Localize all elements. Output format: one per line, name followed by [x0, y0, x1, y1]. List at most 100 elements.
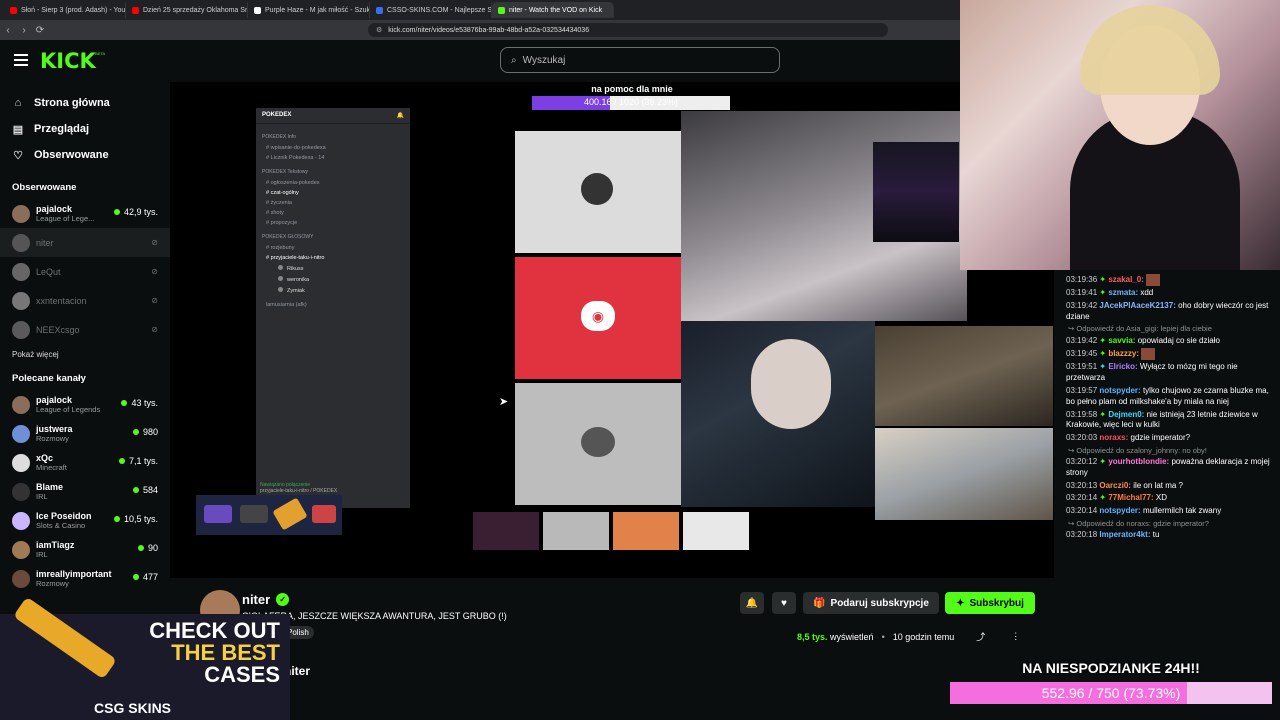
- forward-icon[interactable]: ›: [16, 25, 32, 36]
- gift-icon: 🎁: [813, 597, 826, 609]
- following-channel[interactable]: pajalock League of Lege... 42,9 tys.: [0, 199, 170, 228]
- following-channel[interactable]: niter ⊘: [0, 228, 170, 257]
- chat-message[interactable]: 03:19:42 ✦ savvia: opowiadaj co sie dzia…: [1054, 335, 1280, 348]
- chat-timestamp: 03:19:36: [1066, 275, 1098, 285]
- sidebar-nav-item[interactable]: ♡ Obserwowane: [0, 142, 170, 168]
- recommended-channel[interactable]: xQc Minecraft 7,1 tys.: [0, 448, 170, 477]
- chat-username[interactable]: 77Michal77:: [1108, 493, 1153, 502]
- chat-message[interactable]: 03:20:14 ✦ 77Michal77: XD: [1054, 492, 1280, 505]
- chat-username[interactable]: yourhotblondie:: [1108, 457, 1169, 466]
- subscribe-button[interactable]: ✦ Subskrybuj: [945, 592, 1035, 614]
- menu-icon[interactable]: [14, 54, 28, 66]
- heart-icon[interactable]: ♥: [772, 592, 796, 614]
- recommended-channel[interactable]: iamTiagz IRL 90: [0, 535, 170, 564]
- chat-reply-context: ↪ Odpowiedź do Asia_gigi: lepiej dla cie…: [1054, 323, 1280, 334]
- discord-channel-name: czat-ogólny: [270, 190, 299, 196]
- browser-tab[interactable]: CSSO-SKINS.COM - Najlepsze Skrzy: [370, 2, 492, 18]
- avatar: [12, 234, 30, 252]
- browser-tab[interactable]: Słoń - Sierp 3 (prod. Adash) - YouTube: [4, 2, 126, 18]
- chat-message[interactable]: 03:20:14 notspyder: mullermilch tak zwan…: [1054, 505, 1280, 518]
- chat-username[interactable]: JAcekPlAaceK2137:: [1099, 301, 1176, 310]
- chat-message[interactable]: 03:19:58 ✦ Dejmen0: nie istnieją 23 letn…: [1054, 409, 1280, 433]
- browser-tab[interactable]: Purple Haze - M jak miłość - Szukaj: [248, 2, 370, 18]
- avatar: [278, 287, 283, 292]
- search-input[interactable]: ⌕ Wyszukaj: [500, 47, 780, 73]
- back-icon[interactable]: ‹: [0, 25, 16, 36]
- chat-username[interactable]: szmata:: [1108, 288, 1138, 297]
- following-channel[interactable]: xxntentacion ⊘: [0, 286, 170, 315]
- channel-name[interactable]: niter: [242, 592, 270, 607]
- live-dot-icon: [132, 429, 139, 435]
- browser-tab[interactable]: Dzień 25 sprzedaży Oklahoma Smash: [126, 2, 248, 18]
- chat-message[interactable]: 03:20:03 noraxs: gdzie imperator?: [1054, 432, 1280, 445]
- csgskins-ad[interactable]: CHECK OUT THE BEST CASES CSG SKINS: [0, 596, 290, 720]
- share-icon[interactable]: ⤴: [976, 630, 985, 643]
- discord-channel: # rozjebuny: [262, 243, 404, 253]
- recommended-channel[interactable]: imreallyimportant Rozmowy 477: [0, 564, 170, 593]
- donation-goal-bar: 400.16 / 1020 (39.23%): [532, 96, 730, 110]
- discord-voice-user-name: Rikuss: [287, 266, 304, 272]
- chat-message[interactable]: 03:20:18 Imperator4kt: tu: [1054, 529, 1280, 542]
- emote-icon: [1141, 348, 1156, 361]
- chat-username[interactable]: savvia:: [1108, 336, 1135, 345]
- chat-username[interactable]: noraxs:: [1099, 433, 1128, 442]
- chat-username[interactable]: Dejmen0:: [1108, 410, 1144, 419]
- sidebar-nav-label: Przeglądaj: [34, 123, 90, 135]
- bell-icon[interactable]: 🔔: [740, 592, 764, 614]
- thumbnail: [683, 512, 749, 550]
- chat-username[interactable]: blazzzy:: [1108, 349, 1139, 358]
- video-player[interactable]: na pomoc dla mnie 400.16 / 1020 (39.23%)…: [170, 82, 1054, 578]
- discord-channel-name: propozycje: [270, 220, 298, 226]
- avatar: [278, 276, 283, 281]
- following-list: pajalock League of Lege... 42,9 tys. niter ⊘…: [0, 199, 170, 344]
- recommended-channel[interactable]: Blame IRL 584: [0, 477, 170, 506]
- case-thumbnail: [240, 505, 268, 523]
- gift-sub-button[interactable]: 🎁 Podaruj subskrypcje: [803, 592, 939, 614]
- avatar: [12, 292, 30, 310]
- more-options-icon[interactable]: ⋮: [1011, 631, 1020, 642]
- case-thumbnail: [204, 505, 232, 523]
- discord-channel-name: życzenia: [270, 200, 292, 206]
- emote-icon: [1146, 274, 1161, 286]
- chat-username[interactable]: Imperator4kt:: [1099, 530, 1150, 539]
- discord-voice-user-name: weronika: [287, 277, 310, 283]
- browser-tab[interactable]: niter - Watch the VOD on Kick: [492, 2, 614, 18]
- chat-username[interactable]: notspyder:: [1099, 386, 1140, 395]
- chat-timestamp: 03:20:14: [1066, 493, 1098, 503]
- viewer-count: 7,1 tys.: [118, 456, 158, 466]
- sidebar-nav-item[interactable]: ▤ Przeglądaj: [0, 116, 170, 142]
- home-icon: ⌂: [14, 97, 22, 109]
- recommended-channel[interactable]: Ice Poseidon Slots & Casino 10,5 tys.: [0, 506, 170, 535]
- chat-message[interactable]: 03:20:12 ✦ yourhotblondie: poważna dekla…: [1054, 456, 1280, 480]
- avatar: [12, 425, 30, 443]
- chat-message[interactable]: 03:19:36 ✦ szakal_0:: [1054, 273, 1280, 287]
- following-channel[interactable]: LeQut ⊘: [0, 257, 170, 286]
- recommended-channel[interactable]: pajalock League of Legends 43 tys.: [0, 390, 170, 419]
- chat-message[interactable]: 03:19:45 ✦ blazzzy:: [1054, 347, 1280, 361]
- show-more-link[interactable]: Pokaż więcej: [0, 350, 170, 359]
- recommended-channel[interactable]: justwera Rozmowy 980: [0, 419, 170, 448]
- live-dot-icon: [121, 400, 128, 406]
- search-placeholder: Wyszukaj: [522, 54, 566, 66]
- chat-username[interactable]: notspyder:: [1099, 506, 1140, 515]
- chat-timestamp: 03:20:18: [1066, 530, 1098, 540]
- chat-message[interactable]: 03:19:57 notspyder: tylko chujowo ze cza…: [1054, 385, 1280, 409]
- live-dot-icon: [132, 487, 139, 493]
- live-dot-icon: [113, 209, 120, 215]
- viewer-count: 42,9 tys.: [113, 207, 158, 217]
- sidebar-nav-item[interactable]: ⌂ Strona główna: [0, 90, 170, 116]
- chat-message[interactable]: 03:19:42 JAcekPlAaceK2137: oho dobry wie…: [1054, 300, 1280, 324]
- chat-timestamp: 03:19:45: [1066, 349, 1098, 359]
- chat-username[interactable]: Oarczi0:: [1099, 481, 1131, 490]
- following-channel[interactable]: NEEXcsgo ⊘: [0, 315, 170, 344]
- site-info-icon[interactable]: ⚙: [376, 26, 382, 34]
- url-field[interactable]: ⚙ kick.com/niter/videos/e53876ba-99ab-48…: [368, 23, 888, 37]
- reload-icon[interactable]: ⟳: [32, 25, 48, 36]
- chat-message[interactable]: 03:20:13 Oarczi0: ile on lat ma ?: [1054, 480, 1280, 493]
- chat-message[interactable]: 03:19:51 ✦ Elricko: Wyłącz to mózg mi te…: [1054, 361, 1280, 385]
- viewer-count: 43 tys.: [121, 398, 158, 408]
- kick-logo[interactable]: KICK: [40, 49, 96, 73]
- chat-username[interactable]: Elricko:: [1108, 362, 1137, 371]
- chat-username[interactable]: szakal_0:: [1108, 275, 1144, 284]
- chat-message[interactable]: 03:19:41 ✦ szmata: xdd: [1054, 287, 1280, 300]
